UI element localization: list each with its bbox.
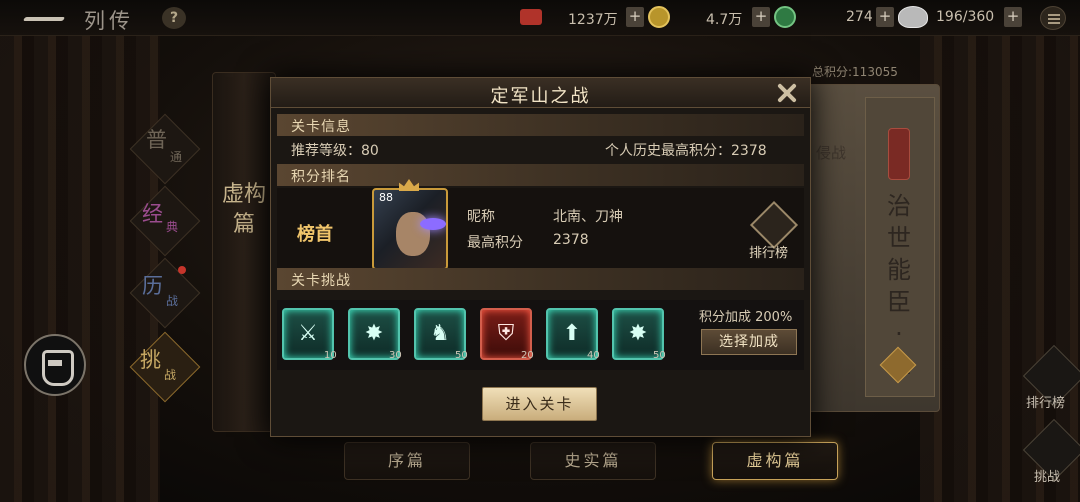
high-score-value: 2378 — [553, 232, 589, 248]
challenge-count: 40 — [587, 350, 600, 361]
mode-challenge-label: 挑 — [140, 348, 161, 372]
side-leaderboard-label: 排行榜 — [1026, 396, 1066, 411]
silver-ingot-icon — [898, 6, 928, 28]
challenge-count: 10 — [324, 350, 337, 361]
personal-best-label: 个人历史最高积分： — [605, 143, 731, 159]
challenge-header: 关卡挑战 — [277, 268, 804, 290]
stage-dialog: 定军山之战 关卡信息 推荐等级：80 个人历史最高积分：2378 积分排名 榜首… — [270, 77, 811, 437]
burst-icon: ✸ — [364, 321, 384, 346]
notification-dot — [178, 266, 186, 274]
stage-card-small-text: 侵战 — [816, 144, 847, 162]
arrow-up-icon: ⬆ — [562, 321, 582, 346]
side-challenge-label: 挑战 — [1034, 470, 1061, 485]
close-icon[interactable] — [775, 81, 799, 105]
challenge-count: 50 — [653, 350, 666, 361]
menu-line-icon — [1048, 14, 1060, 16]
tab-history[interactable]: 史实篇 — [530, 442, 656, 480]
seal-icon — [888, 128, 910, 180]
personal-best: 个人历史最高积分：2378 — [605, 140, 767, 160]
left-curtain — [0, 0, 160, 502]
chapter-scroll — [212, 72, 276, 432]
shield-icon: ⛨ — [497, 321, 515, 346]
leaderboard-label[interactable]: 排行榜 — [749, 242, 788, 261]
mode-classic-sub: 典 — [166, 220, 179, 234]
mode-classic-label: 经 — [142, 202, 163, 226]
mode-history-label: 历 — [142, 274, 163, 298]
nickname-value: 北南、刀神 — [553, 209, 623, 225]
add-stamina-button[interactable]: + — [1004, 7, 1022, 27]
recommended-value: 80 — [361, 143, 379, 159]
mode-normal-label: 普 — [146, 128, 167, 152]
select-bonus-button[interactable]: 选择加成 — [701, 329, 797, 355]
menu-button[interactable] — [1040, 6, 1066, 30]
personal-best-value: 2378 — [731, 143, 767, 159]
ranking-header: 积分排名 — [277, 164, 804, 186]
tab-prologue[interactable]: 序篇 — [344, 442, 470, 480]
avatar-level: 88 — [379, 191, 393, 204]
resource-scroll-value: 1237万 — [568, 12, 618, 28]
add-silver-button[interactable]: + — [876, 7, 894, 27]
tab-fiction[interactable]: 虚构篇 — [712, 442, 838, 480]
scroll-icon — [520, 9, 542, 25]
total-score: 总积分:113055 — [812, 65, 898, 79]
challenge-title: 关卡挑战 — [291, 273, 351, 289]
gold-coin-icon — [648, 6, 670, 28]
stage-info-header: 关卡信息 — [277, 114, 804, 136]
challenge-count: 20 — [521, 350, 534, 361]
menu-line-icon — [1048, 22, 1060, 24]
dialog-header: 定军山之战 — [271, 78, 810, 108]
burst-icon: ✸ — [628, 321, 648, 346]
challenge-count: 30 — [389, 350, 402, 361]
stage-card[interactable] — [800, 84, 940, 412]
resource-scroll — [520, 9, 542, 27]
dialog-title: 定军山之战 — [490, 86, 591, 107]
warrior-icon: ♞ — [430, 321, 450, 346]
mode-challenge-sub: 战 — [164, 368, 177, 382]
page-title: 列传 — [84, 9, 134, 33]
bonus-label: 积分加成 200% — [699, 310, 793, 325]
crossed-swords-icon: ⚔ — [298, 321, 318, 346]
mode-normal-sub: 通 — [170, 150, 183, 164]
resource-silver-value: 274 — [846, 9, 873, 25]
ranking-title: 积分排名 — [291, 169, 351, 185]
nickname-label: 昵称 — [467, 209, 495, 225]
rank-first-label: 榜首 — [297, 224, 333, 245]
add-jade-button[interactable]: + — [752, 7, 770, 27]
enter-stage-button[interactable]: 进入关卡 — [482, 387, 597, 421]
back-button[interactable] — [20, 8, 68, 28]
resource-jade-value: 4.7万 — [706, 12, 743, 28]
mode-history-sub: 战 — [166, 294, 179, 308]
chapter-scroll-title: 虚构篇 — [222, 182, 267, 237]
avatar-eye-glow — [420, 218, 446, 230]
add-scroll-button[interactable]: + — [626, 7, 644, 27]
menu-line-icon — [1048, 18, 1060, 20]
recommended-label: 推荐等级： — [291, 143, 361, 159]
jade-icon — [774, 6, 796, 28]
challenge-count: 50 — [455, 350, 468, 361]
help-icon[interactable]: ? — [162, 7, 186, 29]
high-score-label: 最高积分 — [467, 235, 523, 251]
top-rank-row — [277, 188, 804, 268]
resource-stamina-value: 196/360 — [936, 9, 995, 25]
top-bar: 列传 ? 1237万 + 4.7万 + 274 + 196/360 + — [0, 0, 1080, 36]
stage-info-title: 关卡信息 — [291, 119, 351, 135]
recommended-level: 推荐等级：80 — [291, 140, 379, 160]
helmet-button[interactable] — [24, 334, 86, 396]
